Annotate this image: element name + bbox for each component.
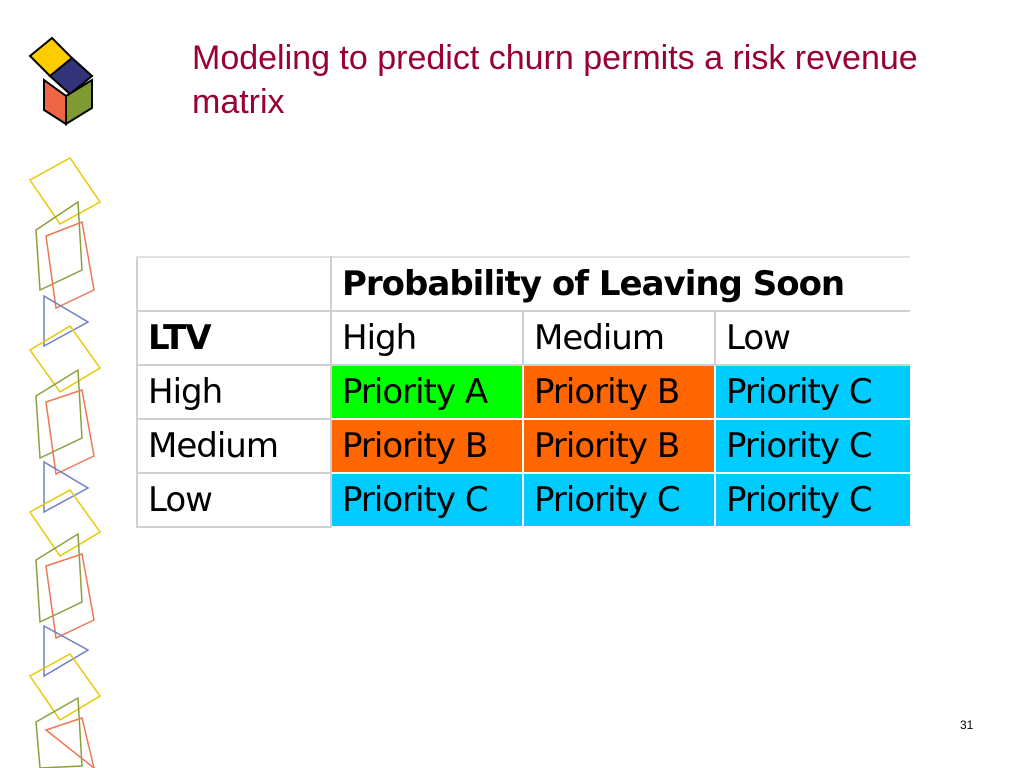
cell-low-medium: Priority C (523, 473, 715, 527)
column-label-medium: Medium (522, 310, 716, 366)
cell-medium-high: Priority B (331, 419, 523, 473)
risk-revenue-matrix: Probability of Leaving Soon LTV High Med… (136, 256, 911, 528)
matrix-column-labels-row: LTV High Medium Low (136, 310, 911, 366)
column-label-low: Low (713, 310, 911, 366)
decorative-shapes (28, 157, 102, 768)
cell-high-medium: Priority B (523, 365, 715, 419)
column-label-high: High (330, 310, 524, 366)
probability-header: Probability of Leaving Soon (329, 256, 911, 312)
matrix-header-row: Probability of Leaving Soon (136, 256, 911, 312)
matrix-table: Probability of Leaving Soon LTV High Med… (136, 256, 911, 528)
ltv-axis-label: LTV (136, 310, 332, 366)
cell-medium-medium: Priority B (523, 419, 715, 473)
cell-medium-low: Priority C (715, 419, 911, 473)
page-number: 31 (960, 718, 974, 732)
slide-title: Modeling to predict churn permits a risk… (192, 39, 918, 121)
cell-low-low: Priority C (715, 473, 911, 527)
matrix-row-medium: Medium Priority B Priority B Priority C (136, 418, 911, 474)
row-label-medium: Medium (136, 418, 332, 474)
matrix-row-high: High Priority A Priority B Priority C (136, 364, 911, 420)
row-label-high: High (136, 364, 332, 420)
row-label-low: Low (136, 472, 332, 528)
matrix-corner-cell (136, 256, 332, 312)
cell-high-high: Priority A (331, 365, 523, 419)
cell-low-high: Priority C (331, 473, 523, 527)
matrix-row-low: Low Priority C Priority C Priority C (136, 472, 911, 528)
logo-cube-icon (28, 36, 94, 126)
cell-high-low: Priority C (715, 365, 911, 419)
